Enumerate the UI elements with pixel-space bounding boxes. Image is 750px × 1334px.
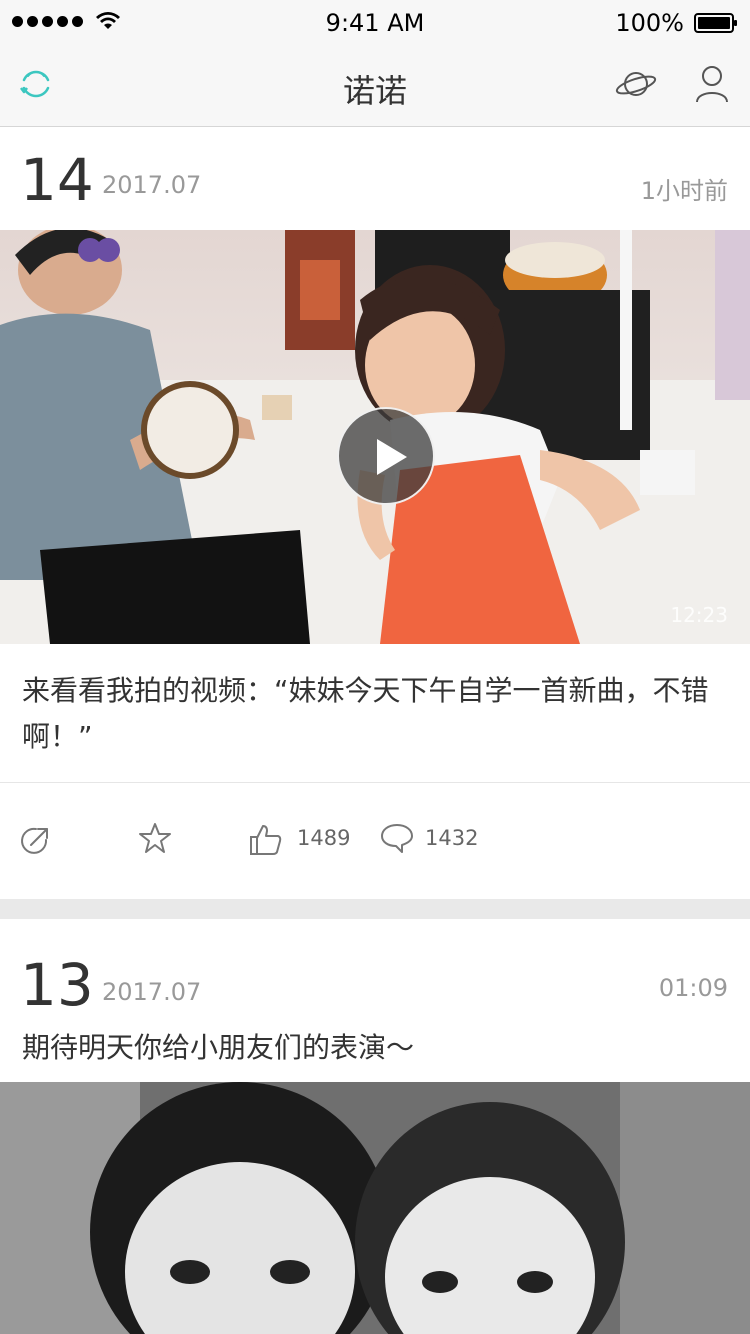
battery-icon bbox=[694, 13, 737, 33]
nav-bar: 诺诺 bbox=[0, 48, 750, 127]
play-button[interactable] bbox=[337, 407, 435, 505]
post-time: 1小时前 bbox=[640, 177, 728, 205]
star-icon[interactable] bbox=[138, 821, 172, 855]
profile-icon[interactable] bbox=[694, 64, 730, 104]
action-bar: 1489 1432 bbox=[0, 783, 750, 899]
post-day: 14 bbox=[20, 146, 94, 214]
status-bar: 9:41 AM 100% bbox=[0, 0, 750, 48]
post-time: 01:09 bbox=[658, 974, 728, 1002]
photo-image bbox=[0, 1082, 750, 1334]
comment-count: 1432 bbox=[425, 826, 479, 850]
battery-percentage: 100% bbox=[615, 9, 684, 37]
comment-icon[interactable] bbox=[380, 821, 414, 855]
section-separator bbox=[0, 899, 750, 919]
like-icon[interactable] bbox=[249, 823, 283, 857]
like-count: 1489 bbox=[297, 826, 351, 850]
video-duration: 12:23 bbox=[670, 603, 728, 627]
post-photo[interactable] bbox=[0, 1082, 750, 1334]
post-month: 2017.07 bbox=[102, 978, 202, 1006]
share-icon[interactable] bbox=[18, 824, 52, 858]
post-text: 期待明天你给小朋友们的表演～ bbox=[22, 1031, 415, 1064]
post-header: 14 2017.07 1小时前 bbox=[0, 127, 750, 230]
post-day: 13 bbox=[20, 951, 94, 1019]
post-month: 2017.07 bbox=[102, 171, 202, 199]
post-text: 来看看我拍的视频：“妹妹今天下午自学一首新曲，不错啊！” bbox=[22, 674, 709, 753]
planet-icon[interactable] bbox=[614, 64, 658, 104]
